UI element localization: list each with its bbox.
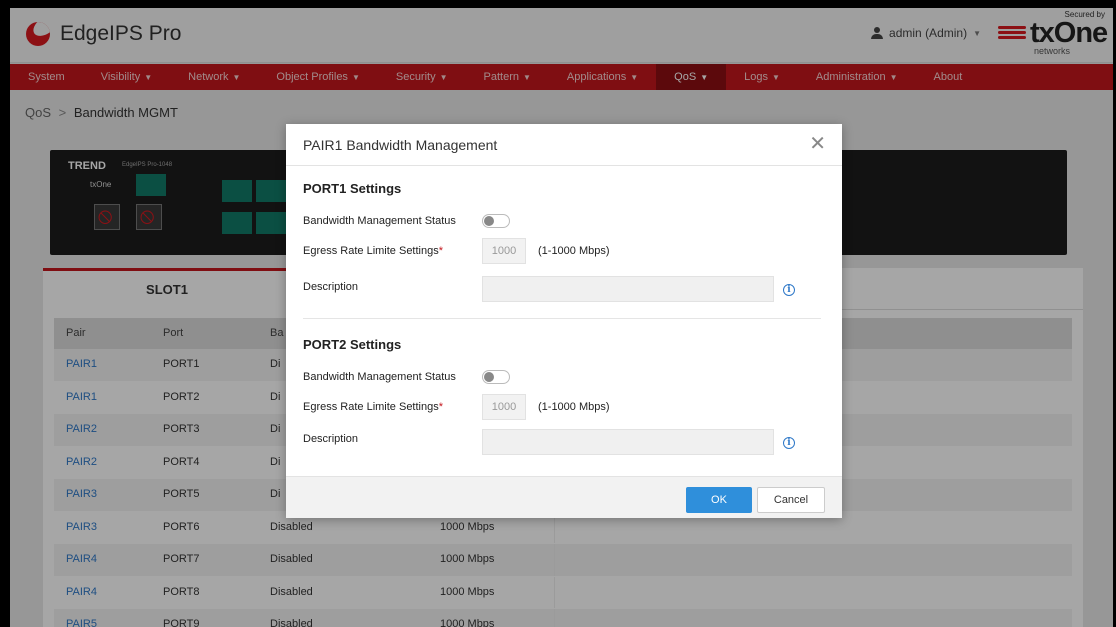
section-divider: [303, 318, 821, 319]
required-mark: *: [438, 245, 444, 257]
port1-egress-label: Egress Rate Limite Settings*: [303, 245, 444, 257]
info-icon[interactable]: i: [783, 437, 795, 449]
ok-button[interactable]: OK: [686, 487, 752, 513]
required-mark: *: [438, 401, 444, 413]
port2-description-label: Description: [303, 433, 359, 445]
port2-egress-input[interactable]: [482, 394, 526, 420]
cancel-button[interactable]: Cancel: [757, 487, 825, 513]
modal-title: PAIR1 Bandwidth Management: [303, 137, 498, 153]
modal-body: PORT1 Settings Bandwidth Management Stat…: [286, 167, 842, 473]
port2-status-toggle[interactable]: [482, 370, 510, 384]
close-icon[interactable]: ✕: [809, 134, 826, 154]
port2-description-input[interactable]: [482, 429, 774, 455]
port1-status-toggle[interactable]: [482, 214, 510, 228]
port1-status-label: Bandwidth Management Status: [303, 215, 456, 227]
bandwidth-modal: PAIR1 Bandwidth Management ✕ PORT1 Setti…: [286, 124, 842, 518]
app-window: EdgeIPS Pro admin (Admin) ▼ Secured by t…: [10, 8, 1113, 627]
port1-egress-input[interactable]: [482, 238, 526, 264]
port1-section-title: PORT1 Settings: [303, 181, 402, 196]
port2-egress-label: Egress Rate Limite Settings*: [303, 401, 444, 413]
modal-header: PAIR1 Bandwidth Management ✕: [286, 124, 842, 166]
info-icon[interactable]: i: [783, 284, 795, 296]
port1-egress-hint: (1-1000 Mbps): [538, 245, 610, 257]
port1-description-input[interactable]: [482, 276, 774, 302]
modal-footer: OK Cancel: [286, 476, 842, 518]
port1-description-label: Description: [303, 281, 359, 293]
port2-status-label: Bandwidth Management Status: [303, 371, 456, 383]
port2-section-title: PORT2 Settings: [303, 337, 402, 352]
port2-egress-hint: (1-1000 Mbps): [538, 401, 610, 413]
